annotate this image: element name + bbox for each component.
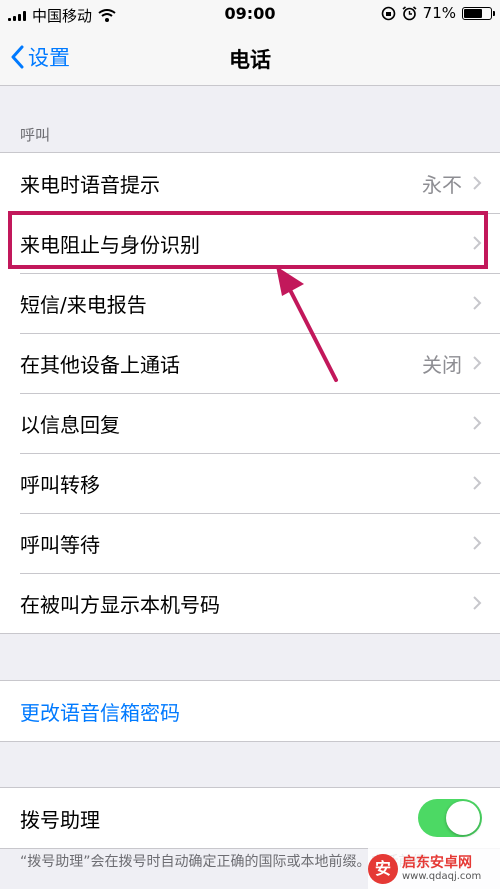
row-label: 呼叫等待 bbox=[20, 532, 100, 557]
row-announce-calls[interactable]: 来电时语音提示 永不 bbox=[0, 153, 500, 213]
row-label: 更改语音信箱密码 bbox=[20, 700, 180, 725]
chevron-right-icon bbox=[473, 536, 482, 550]
row-label: 以信息回复 bbox=[20, 412, 120, 437]
dial-assist-toggle[interactable] bbox=[418, 799, 482, 837]
section-header-calls: 呼叫 bbox=[20, 126, 51, 144]
watermark-name: 启东安卓网 bbox=[402, 855, 472, 871]
voicemail-group: 更改语音信箱密码 bbox=[0, 680, 500, 742]
row-value: 关闭 bbox=[422, 352, 462, 377]
chevron-right-icon bbox=[473, 356, 482, 370]
battery-icon bbox=[462, 6, 495, 20]
row-label: 短信/来电报告 bbox=[20, 292, 147, 317]
chevron-right-icon bbox=[473, 476, 482, 490]
chevron-right-icon bbox=[473, 596, 482, 610]
battery-fill bbox=[464, 8, 482, 18]
toggle-knob bbox=[446, 801, 480, 835]
page-title: 电话 bbox=[229, 48, 271, 72]
highlight-box bbox=[8, 211, 488, 269]
rotation-lock-icon bbox=[381, 6, 395, 20]
dial-assist-group: 拨号助理 bbox=[0, 787, 500, 849]
watermark-url: www.qdaqj.com bbox=[402, 871, 482, 882]
row-show-caller-id[interactable]: 在被叫方显示本机号码 bbox=[0, 573, 500, 633]
watermark-logo-icon: 安 bbox=[368, 853, 398, 884]
chevron-right-icon bbox=[473, 176, 482, 190]
row-calls-on-other-devices[interactable]: 在其他设备上通话 关闭 bbox=[0, 333, 500, 393]
annotation-arrow-icon bbox=[276, 266, 338, 382]
alarm-icon bbox=[402, 5, 417, 20]
watermark: 安 启东安卓网 www.qdaqj.com bbox=[368, 848, 500, 889]
row-respond-with-text[interactable]: 以信息回复 bbox=[0, 393, 500, 453]
row-dial-assist: 拨号助理 bbox=[0, 788, 500, 848]
chevron-right-icon bbox=[473, 416, 482, 430]
row-label: 在被叫方显示本机号码 bbox=[20, 592, 220, 617]
status-bar: 中国移动 09:00 71% bbox=[0, 0, 500, 30]
row-label: 呼叫转移 bbox=[20, 472, 100, 497]
row-call-waiting[interactable]: 呼叫等待 bbox=[0, 513, 500, 573]
row-label: 拨号助理 bbox=[20, 807, 100, 832]
row-sms-call-reporting[interactable]: 短信/来电报告 bbox=[0, 273, 500, 333]
row-label: 来电时语音提示 bbox=[20, 172, 160, 197]
chevron-right-icon bbox=[473, 296, 482, 310]
row-label: 在其他设备上通话 bbox=[20, 352, 180, 377]
navigation-bar: 设置 电话 bbox=[0, 30, 500, 86]
row-value: 永不 bbox=[422, 172, 462, 197]
battery-percent: 71% bbox=[422, 4, 456, 22]
change-voicemail-password-button[interactable]: 更改语音信箱密码 bbox=[0, 681, 500, 741]
row-call-forwarding[interactable]: 呼叫转移 bbox=[0, 453, 500, 513]
